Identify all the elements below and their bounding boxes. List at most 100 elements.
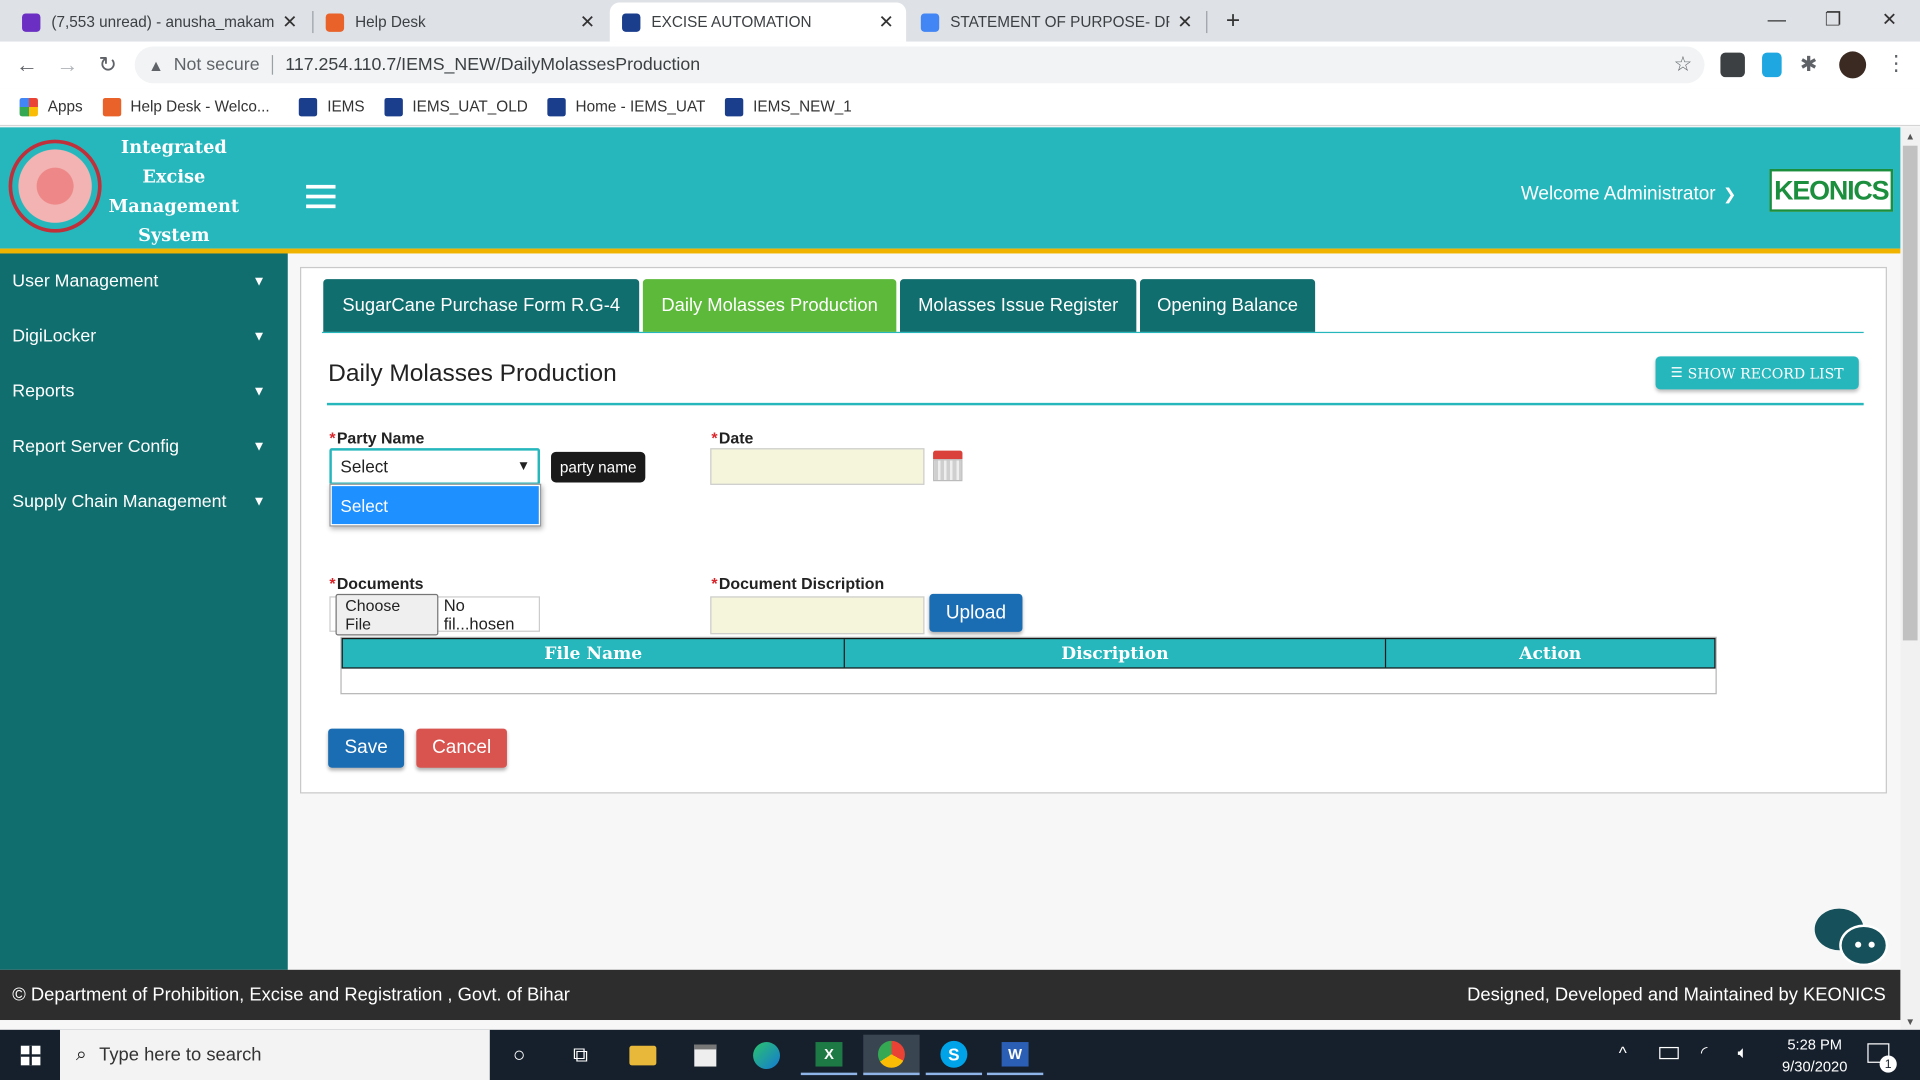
show-hidden-icons-chevron-icon[interactable]: ^ (1619, 1043, 1627, 1063)
sidebar-item-digilocker[interactable]: DigiLocker ▼ (0, 309, 288, 364)
windows-start-icon[interactable] (2, 1035, 58, 1075)
word-icon[interactable]: W (986, 1035, 1044, 1076)
bookmark-star-icon[interactable]: ☆ (1674, 53, 1693, 77)
choose-file-button[interactable]: Choose File (335, 593, 439, 635)
bookmark-label: Home - IEMS_UAT (575, 97, 706, 116)
reload-icon[interactable]: ↻ (94, 51, 121, 78)
calendar-icon[interactable] (933, 450, 963, 482)
search-icon: ⌕ (75, 1043, 87, 1065)
windows-taskbar: ⌕ Type here to search ○ ⧉ X S W ^ ◜ 🔈︎ 5… (0, 1029, 1920, 1080)
bihar-emblem-icon (299, 97, 318, 116)
bookmark-home-iems-uat[interactable]: Home - IEMS_UAT (547, 97, 706, 116)
hamburger-menu-icon[interactable] (306, 184, 336, 209)
url-text[interactable]: 117.254.110.7/IEMS_NEW/DailyMolassesProd… (285, 55, 700, 75)
app-header: Integrated Excise Management System Welc… (0, 127, 1901, 249)
brand-text: KEONICS (1774, 174, 1889, 206)
browser-menu-icon[interactable]: ⋮ (1886, 51, 1907, 75)
browser-tab-helpdesk[interactable]: Help Desk ✕ (313, 2, 607, 41)
close-tab-icon[interactable]: ✕ (580, 11, 595, 33)
browser-tab-excise[interactable]: EXCISE AUTOMATION ✕ (609, 2, 907, 42)
tab-molasses-issue-register[interactable]: Molasses Issue Register (900, 279, 1137, 332)
selenium-extension-icon[interactable] (1720, 52, 1745, 78)
bookmark-apps[interactable]: Apps (19, 97, 83, 116)
forward-arrow-icon[interactable]: → (54, 51, 81, 78)
documents-file-input[interactable]: Choose File No fil...hosen (329, 593, 541, 635)
warning-triangle-icon: ▲ (148, 55, 164, 75)
address-bar[interactable]: ▲ Not secure 117.254.110.7/IEMS_NEW/Dail… (134, 46, 1705, 84)
back-arrow-icon[interactable]: ← (13, 51, 40, 78)
close-tab-icon[interactable]: ✕ (878, 11, 893, 33)
sidebar-item-label: Supply Chain Management (12, 491, 227, 512)
tab-opening-balance[interactable]: Opening Balance (1140, 279, 1316, 332)
security-label[interactable]: Not secure (174, 55, 260, 75)
taskbar-search-box[interactable]: ⌕ Type here to search (60, 1029, 490, 1080)
welcome-dropdown[interactable]: Welcome Administrator ❯ (1521, 184, 1736, 206)
sidebar-item-report-server-config[interactable]: Report Server Config ▼ (0, 419, 288, 474)
document-description-field[interactable] (710, 596, 925, 635)
bookmark-label: Apps (47, 97, 83, 116)
profile-avatar[interactable] (1839, 51, 1867, 79)
taskbar-clock[interactable]: 5:28 PM 9/30/2020 (1773, 1033, 1856, 1077)
helpdesk-icon (102, 97, 121, 116)
date-field[interactable] (710, 448, 925, 485)
chrome-icon[interactable] (863, 1034, 920, 1076)
form-panel (300, 266, 1887, 794)
keonics-logo: KEONICS (1769, 168, 1894, 212)
extension-u-icon[interactable] (1762, 52, 1782, 78)
excel-icon[interactable]: X (800, 1035, 858, 1076)
tab-daily-molasses-production[interactable]: Daily Molasses Production (642, 279, 897, 332)
browser-tab-mail[interactable]: (7,553 unread) - anusha_makam@ ✕ (10, 2, 310, 41)
clock-date: 9/30/2020 (1782, 1057, 1848, 1076)
chevron-down-icon: ▼ (516, 459, 531, 474)
required-marker: * (711, 428, 718, 447)
edge-browser-icon[interactable] (738, 1035, 794, 1075)
cortana-icon[interactable]: ○ (491, 1035, 547, 1075)
task-view-icon[interactable]: ⧉ (552, 1035, 608, 1075)
scroll-up-arrow-icon[interactable]: ▲ (1905, 131, 1915, 142)
dropdown-option[interactable]: Select (331, 486, 539, 525)
app-title-line: Management (108, 195, 240, 217)
wifi-icon[interactable]: ◜ (1701, 1042, 1708, 1063)
new-tab-plus-icon[interactable]: + (1220, 7, 1247, 34)
page-scrollbar[interactable]: ▲ ▼ (1900, 127, 1920, 1030)
bihar-emblem-logo (8, 139, 102, 233)
label-text: Party Name (336, 428, 425, 447)
sidebar-item-supply-chain[interactable]: Supply Chain Management ▼ (0, 474, 288, 529)
label-text: Document Discription (718, 574, 885, 593)
upload-button[interactable]: Upload (929, 593, 1023, 632)
file-explorer-icon[interactable] (615, 1035, 671, 1075)
browser-toolbar: ← → ↻ ▲ Not secure 117.254.110.7/IEMS_NE… (0, 41, 1920, 89)
save-button[interactable]: Save (328, 728, 405, 768)
puzzle-extensions-icon[interactable]: ✱ (1800, 53, 1817, 77)
title-divider (326, 402, 1864, 406)
table-header-row: File Name Discription Action (341, 637, 1716, 669)
skype-icon[interactable]: S (925, 1035, 983, 1076)
cancel-button[interactable]: Cancel (416, 728, 507, 768)
volume-icon[interactable]: 🔈︎ (1738, 1042, 1748, 1063)
close-tab-icon[interactable]: ✕ (1177, 11, 1192, 33)
battery-icon[interactable] (1659, 1046, 1679, 1060)
browser-tab-docs[interactable]: STATEMENT OF PURPOSE- DRAF ✕ (909, 2, 1205, 41)
restore-icon[interactable]: ❐ (1805, 0, 1861, 39)
close-tab-icon[interactable]: ✕ (282, 11, 297, 33)
microsoft-store-icon[interactable] (677, 1035, 733, 1075)
bookmark-iems-uat-old[interactable]: IEMS_UAT_OLD (384, 97, 528, 116)
chat-bubble-icon[interactable] (1812, 908, 1889, 968)
show-record-list-button[interactable]: ☰ SHOW RECORD LIST (1655, 356, 1859, 390)
tab-sugarcane-purchase[interactable]: SugarCane Purchase Form R.G-4 (323, 279, 640, 332)
close-window-icon[interactable]: ✕ (1861, 0, 1917, 39)
sidebar-item-user-management[interactable]: User Management ▼ (0, 253, 288, 308)
google-docs-icon (920, 12, 940, 32)
bookmark-iems[interactable]: IEMS (299, 97, 365, 116)
sidebar-item-reports[interactable]: Reports ▼ (0, 364, 288, 419)
bookmark-helpdesk[interactable]: Help Desk - Welco... (102, 97, 270, 116)
scrollbar-thumb[interactable] (1902, 145, 1918, 641)
document-description-label: *Document Discription (711, 574, 884, 592)
sidebar-item-label: User Management (12, 271, 159, 291)
bookmark-iems-new-1[interactable]: IEMS_NEW_1 (724, 97, 852, 116)
scroll-down-arrow-icon[interactable]: ▼ (1905, 1016, 1915, 1027)
party-name-select[interactable]: Select ▼ (329, 448, 541, 485)
caret-down-icon: ▼ (252, 383, 266, 399)
button-label: Save (344, 737, 388, 758)
minimize-icon[interactable]: — (1749, 0, 1805, 39)
